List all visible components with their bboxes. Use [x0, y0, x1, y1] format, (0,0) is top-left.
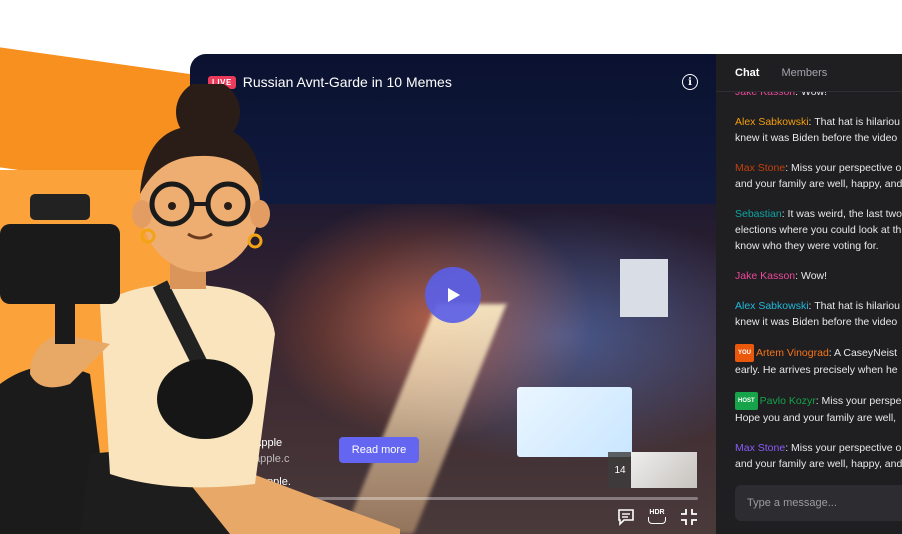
- chat-message-text: elections where you could look at th: [735, 224, 902, 236]
- chat-tabs: Chat Members: [716, 54, 902, 92]
- chat-message-text: Wow!: [800, 270, 828, 282]
- fullscreen-button[interactable]: [680, 508, 698, 531]
- play-button[interactable]: [425, 267, 481, 323]
- fullscreen-exit-icon: [681, 509, 697, 525]
- chat-message-text: and your family are well, happy, and: [735, 458, 902, 470]
- chat-message-text: knew it was Biden before the video: [735, 316, 898, 328]
- chat-message-text: It was weird, the last two: [787, 208, 902, 220]
- chat-message: Alex Sabkowski: That hat is hilariou knew…: [735, 300, 900, 328]
- chat-message-text: That hat is hilariou: [814, 300, 900, 312]
- tab-members[interactable]: Members: [781, 67, 827, 79]
- chat-message-list[interactable]: Jake Kasson: Wow! Alex Sabkowski: That ha…: [735, 84, 902, 486]
- info-icon[interactable]: i: [682, 74, 698, 90]
- thumbnail-preview[interactable]: [631, 452, 697, 488]
- chat-message-text: early. He arrives precisely when he: [735, 364, 898, 376]
- chat-toggle-button[interactable]: [617, 508, 635, 531]
- chat-message: Max Stone: Miss your perspective o and yo…: [735, 442, 902, 470]
- tab-chat[interactable]: Chat: [735, 67, 759, 79]
- hdr-icon: HDR: [649, 509, 665, 516]
- chat-username[interactable]: Alex Sabkowski: [735, 300, 809, 312]
- chat-username[interactable]: Pavlo Kozyr: [760, 395, 816, 407]
- chat-username[interactable]: Jake Kasson: [735, 270, 795, 282]
- chat-message: Sebastian: It was weird, the last two ele…: [735, 208, 902, 252]
- camera-person-illustration: [0, 84, 400, 534]
- hdr-icon-base: [648, 517, 666, 524]
- chat-icon: [618, 509, 634, 526]
- chat-message-text: That hat is hilariou: [814, 116, 900, 128]
- chat-message-text: Miss your perspe: [821, 395, 902, 407]
- chat-message: HOST Pavlo Kozyr: Miss your perspe Hope yo…: [735, 392, 902, 426]
- user-badge: HOST: [735, 392, 758, 410]
- thumbnail-count[interactable]: 14: [608, 452, 632, 488]
- chat-username[interactable]: Max Stone: [735, 162, 785, 174]
- chat-username[interactable]: Sebastian: [735, 208, 782, 220]
- chat-message: Max Stone: Miss your perspective o and yo…: [735, 162, 902, 190]
- chat-message-text: Hope you and your family are well,: [735, 412, 897, 424]
- chat-username[interactable]: Artem Vinograd: [756, 347, 829, 359]
- chat-message-text: A CaseyNeist: [834, 347, 898, 359]
- user-badge: YOU: [735, 344, 755, 362]
- video-frame-sign: [620, 259, 668, 317]
- chat-message-text: Miss your perspective o: [791, 162, 902, 174]
- chat-message: Jake Kasson: Wow!: [735, 270, 828, 282]
- chat-username[interactable]: Alex Sabkowski: [735, 116, 809, 128]
- hdr-button[interactable]: HDR: [648, 509, 666, 524]
- chat-message: Alex Sabkowski: That hat is hilariou knew…: [735, 116, 900, 144]
- chat-message-input[interactable]: [735, 485, 902, 521]
- chat-message-text: and your family are well, happy, and: [735, 178, 902, 190]
- chat-message-text: knew it was Biden before the video: [735, 132, 898, 144]
- chat-message: YOU Artem Vinograd: A CaseyNeist early. He…: [735, 344, 902, 378]
- chat-message-text: know who they were voting for.: [735, 240, 879, 252]
- chat-message-text: Miss your perspective o: [791, 442, 902, 454]
- play-icon: [448, 288, 460, 302]
- video-frame-billboard: [517, 387, 632, 457]
- chat-panel: Jake Kasson: Wow! Alex Sabkowski: That ha…: [716, 54, 902, 534]
- chat-username[interactable]: Max Stone: [735, 442, 785, 454]
